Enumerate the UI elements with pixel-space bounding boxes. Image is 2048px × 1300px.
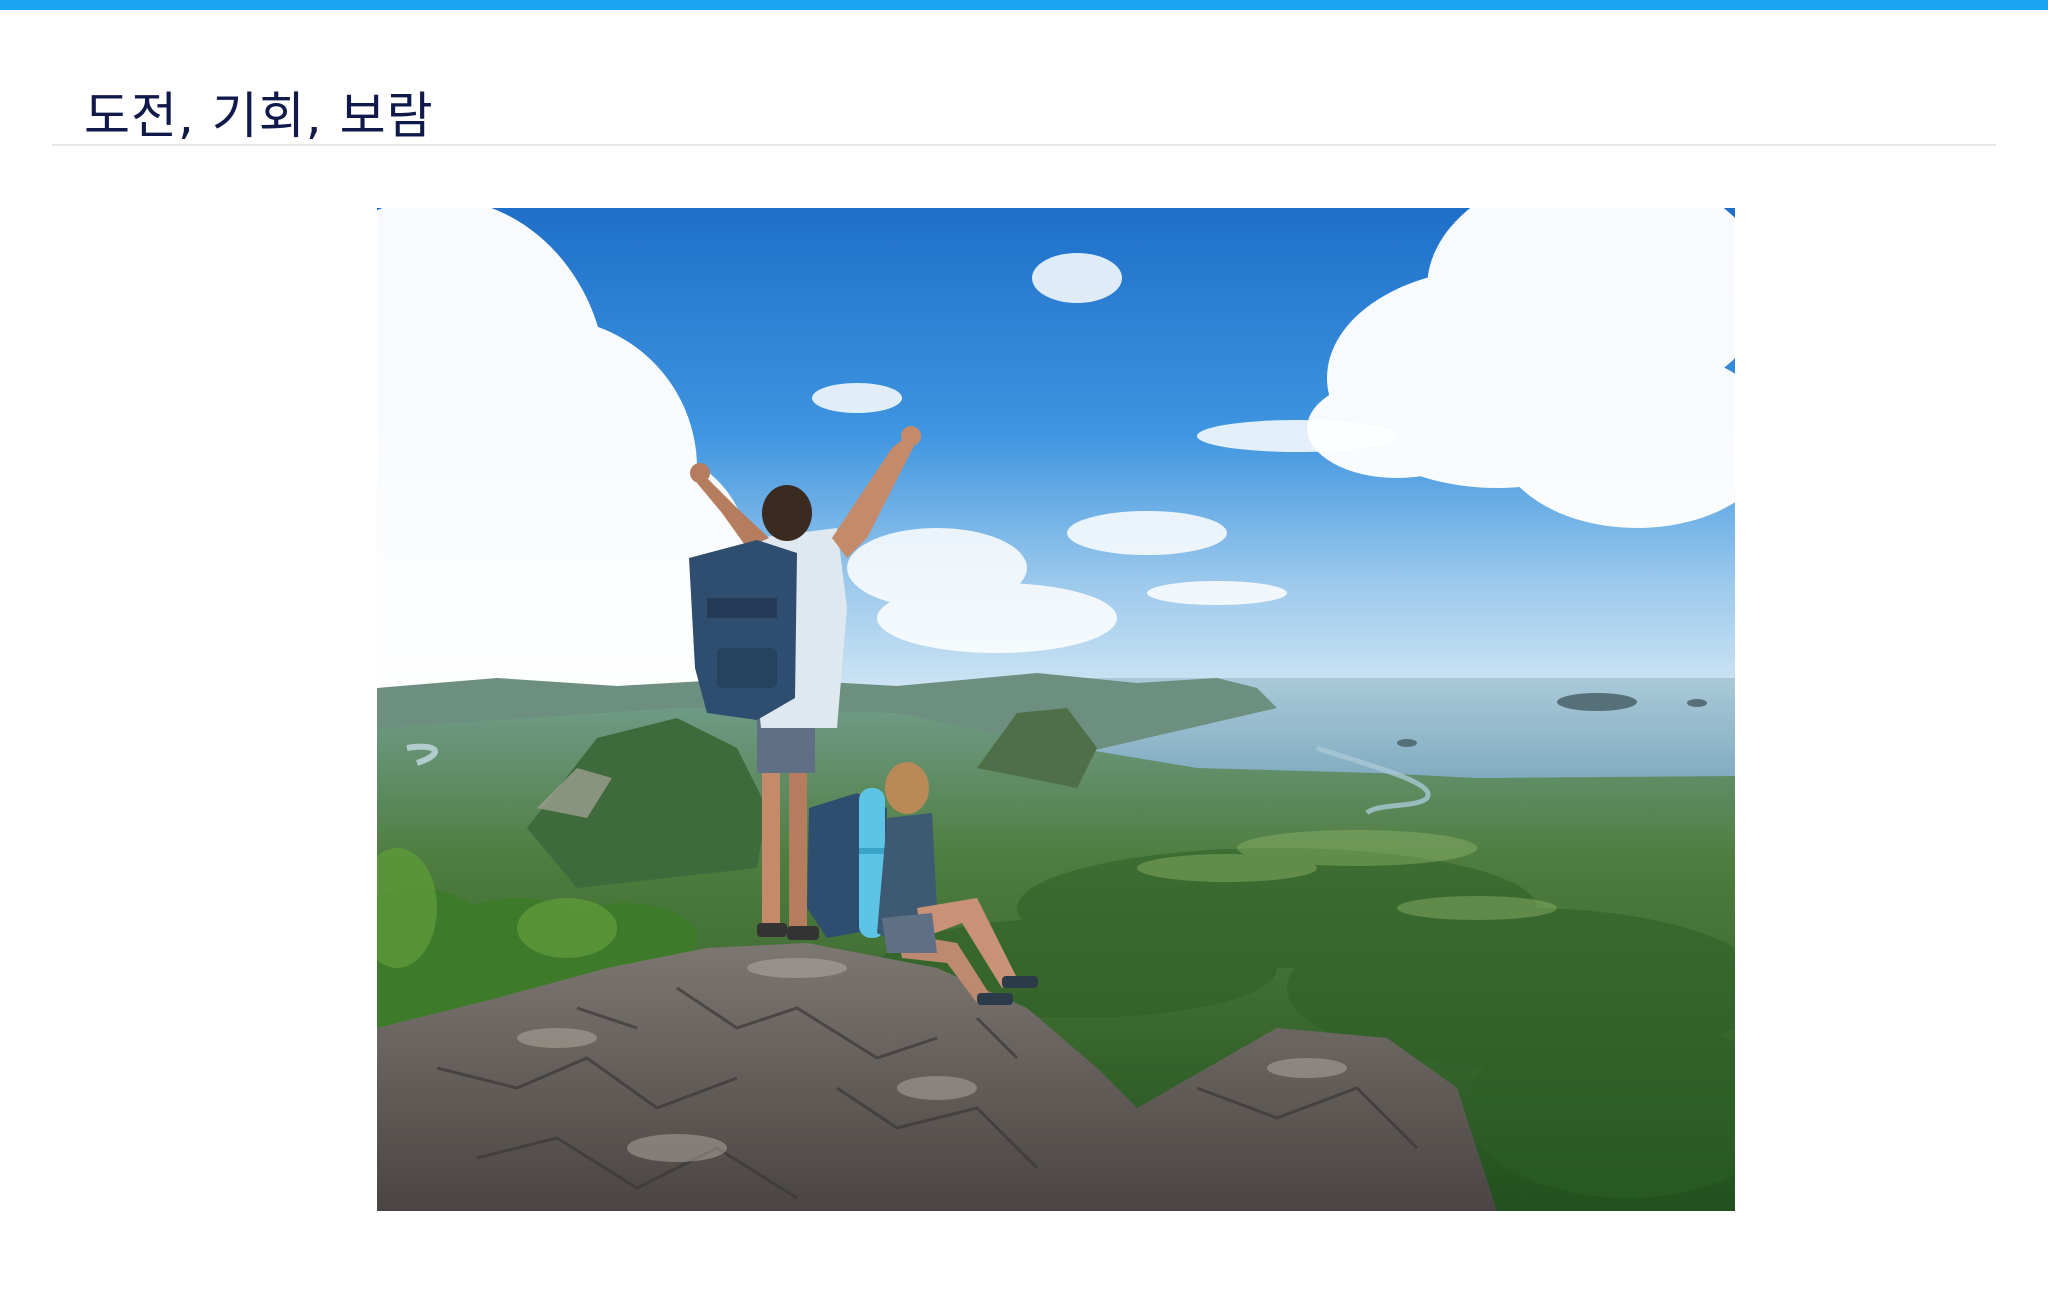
hero-photo [377, 208, 1735, 1211]
slide: 도전, 기회, 보람 [0, 0, 2048, 1300]
title-divider [52, 144, 1996, 146]
slide-title: 도전, 기회, 보람 [84, 87, 434, 145]
accent-bar [0, 0, 2048, 10]
